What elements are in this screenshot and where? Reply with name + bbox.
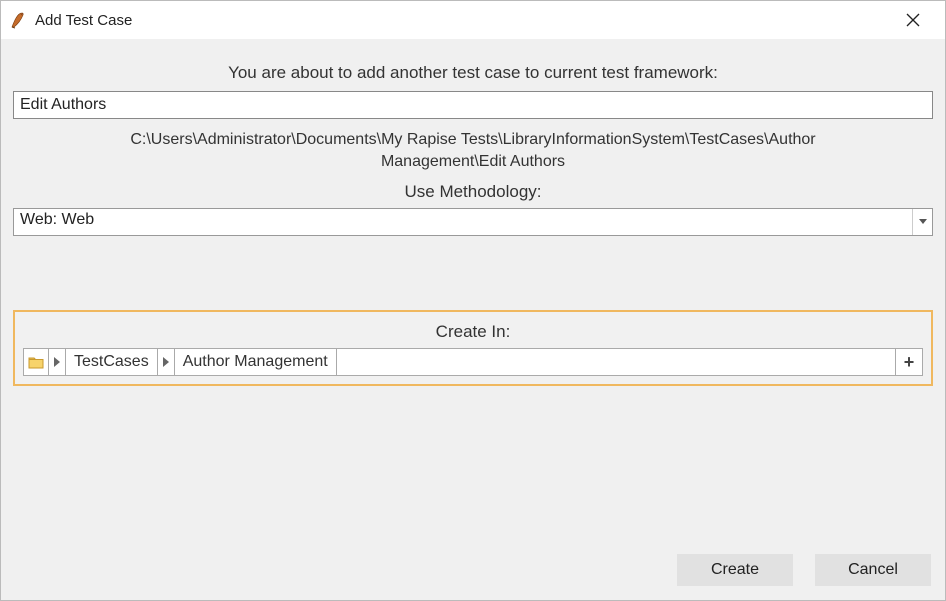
breadcrumb-separator[interactable]: [158, 349, 175, 375]
close-button[interactable]: [891, 5, 935, 35]
app-icon: [9, 10, 29, 30]
breadcrumb-add-button[interactable]: +: [896, 349, 922, 375]
create-in-breadcrumb: TestCases Author Management +: [23, 348, 923, 376]
dialog-buttons: Create Cancel: [677, 554, 931, 586]
plus-icon: +: [904, 352, 915, 373]
breadcrumb-item-label: Author Management: [183, 353, 328, 371]
window-title: Add Test Case: [35, 12, 132, 29]
intro-prompt: You are about to add another test case t…: [13, 63, 933, 83]
close-icon: [906, 13, 920, 27]
methodology-selected-value: Web: Web: [20, 211, 94, 228]
breadcrumb-item-author-management[interactable]: Author Management: [175, 349, 337, 375]
breadcrumb-item-label: TestCases: [74, 353, 149, 371]
breadcrumb-empty-area[interactable]: [337, 349, 896, 375]
breadcrumb-root-button[interactable]: [24, 349, 49, 375]
methodology-label: Use Methodology:: [13, 182, 933, 202]
folder-icon: [28, 355, 44, 369]
methodology-dropdown[interactable]: Web: Web: [13, 208, 933, 236]
title-bar: Add Test Case: [1, 1, 945, 39]
breadcrumb-separator[interactable]: [49, 349, 66, 375]
dialog-client-area: You are about to add another test case t…: [1, 39, 945, 600]
chevron-right-icon: [163, 357, 169, 367]
test-case-name-input[interactable]: [13, 91, 933, 119]
chevron-right-icon: [54, 357, 60, 367]
create-in-label: Create In:: [23, 322, 923, 342]
create-in-panel: Create In: TestCases: [13, 310, 933, 386]
create-button[interactable]: Create: [677, 554, 793, 586]
test-case-path: C:\Users\Administrator\Documents\My Rapi…: [13, 129, 933, 172]
cancel-button[interactable]: Cancel: [815, 554, 931, 586]
breadcrumb-item-testcases[interactable]: TestCases: [66, 349, 158, 375]
